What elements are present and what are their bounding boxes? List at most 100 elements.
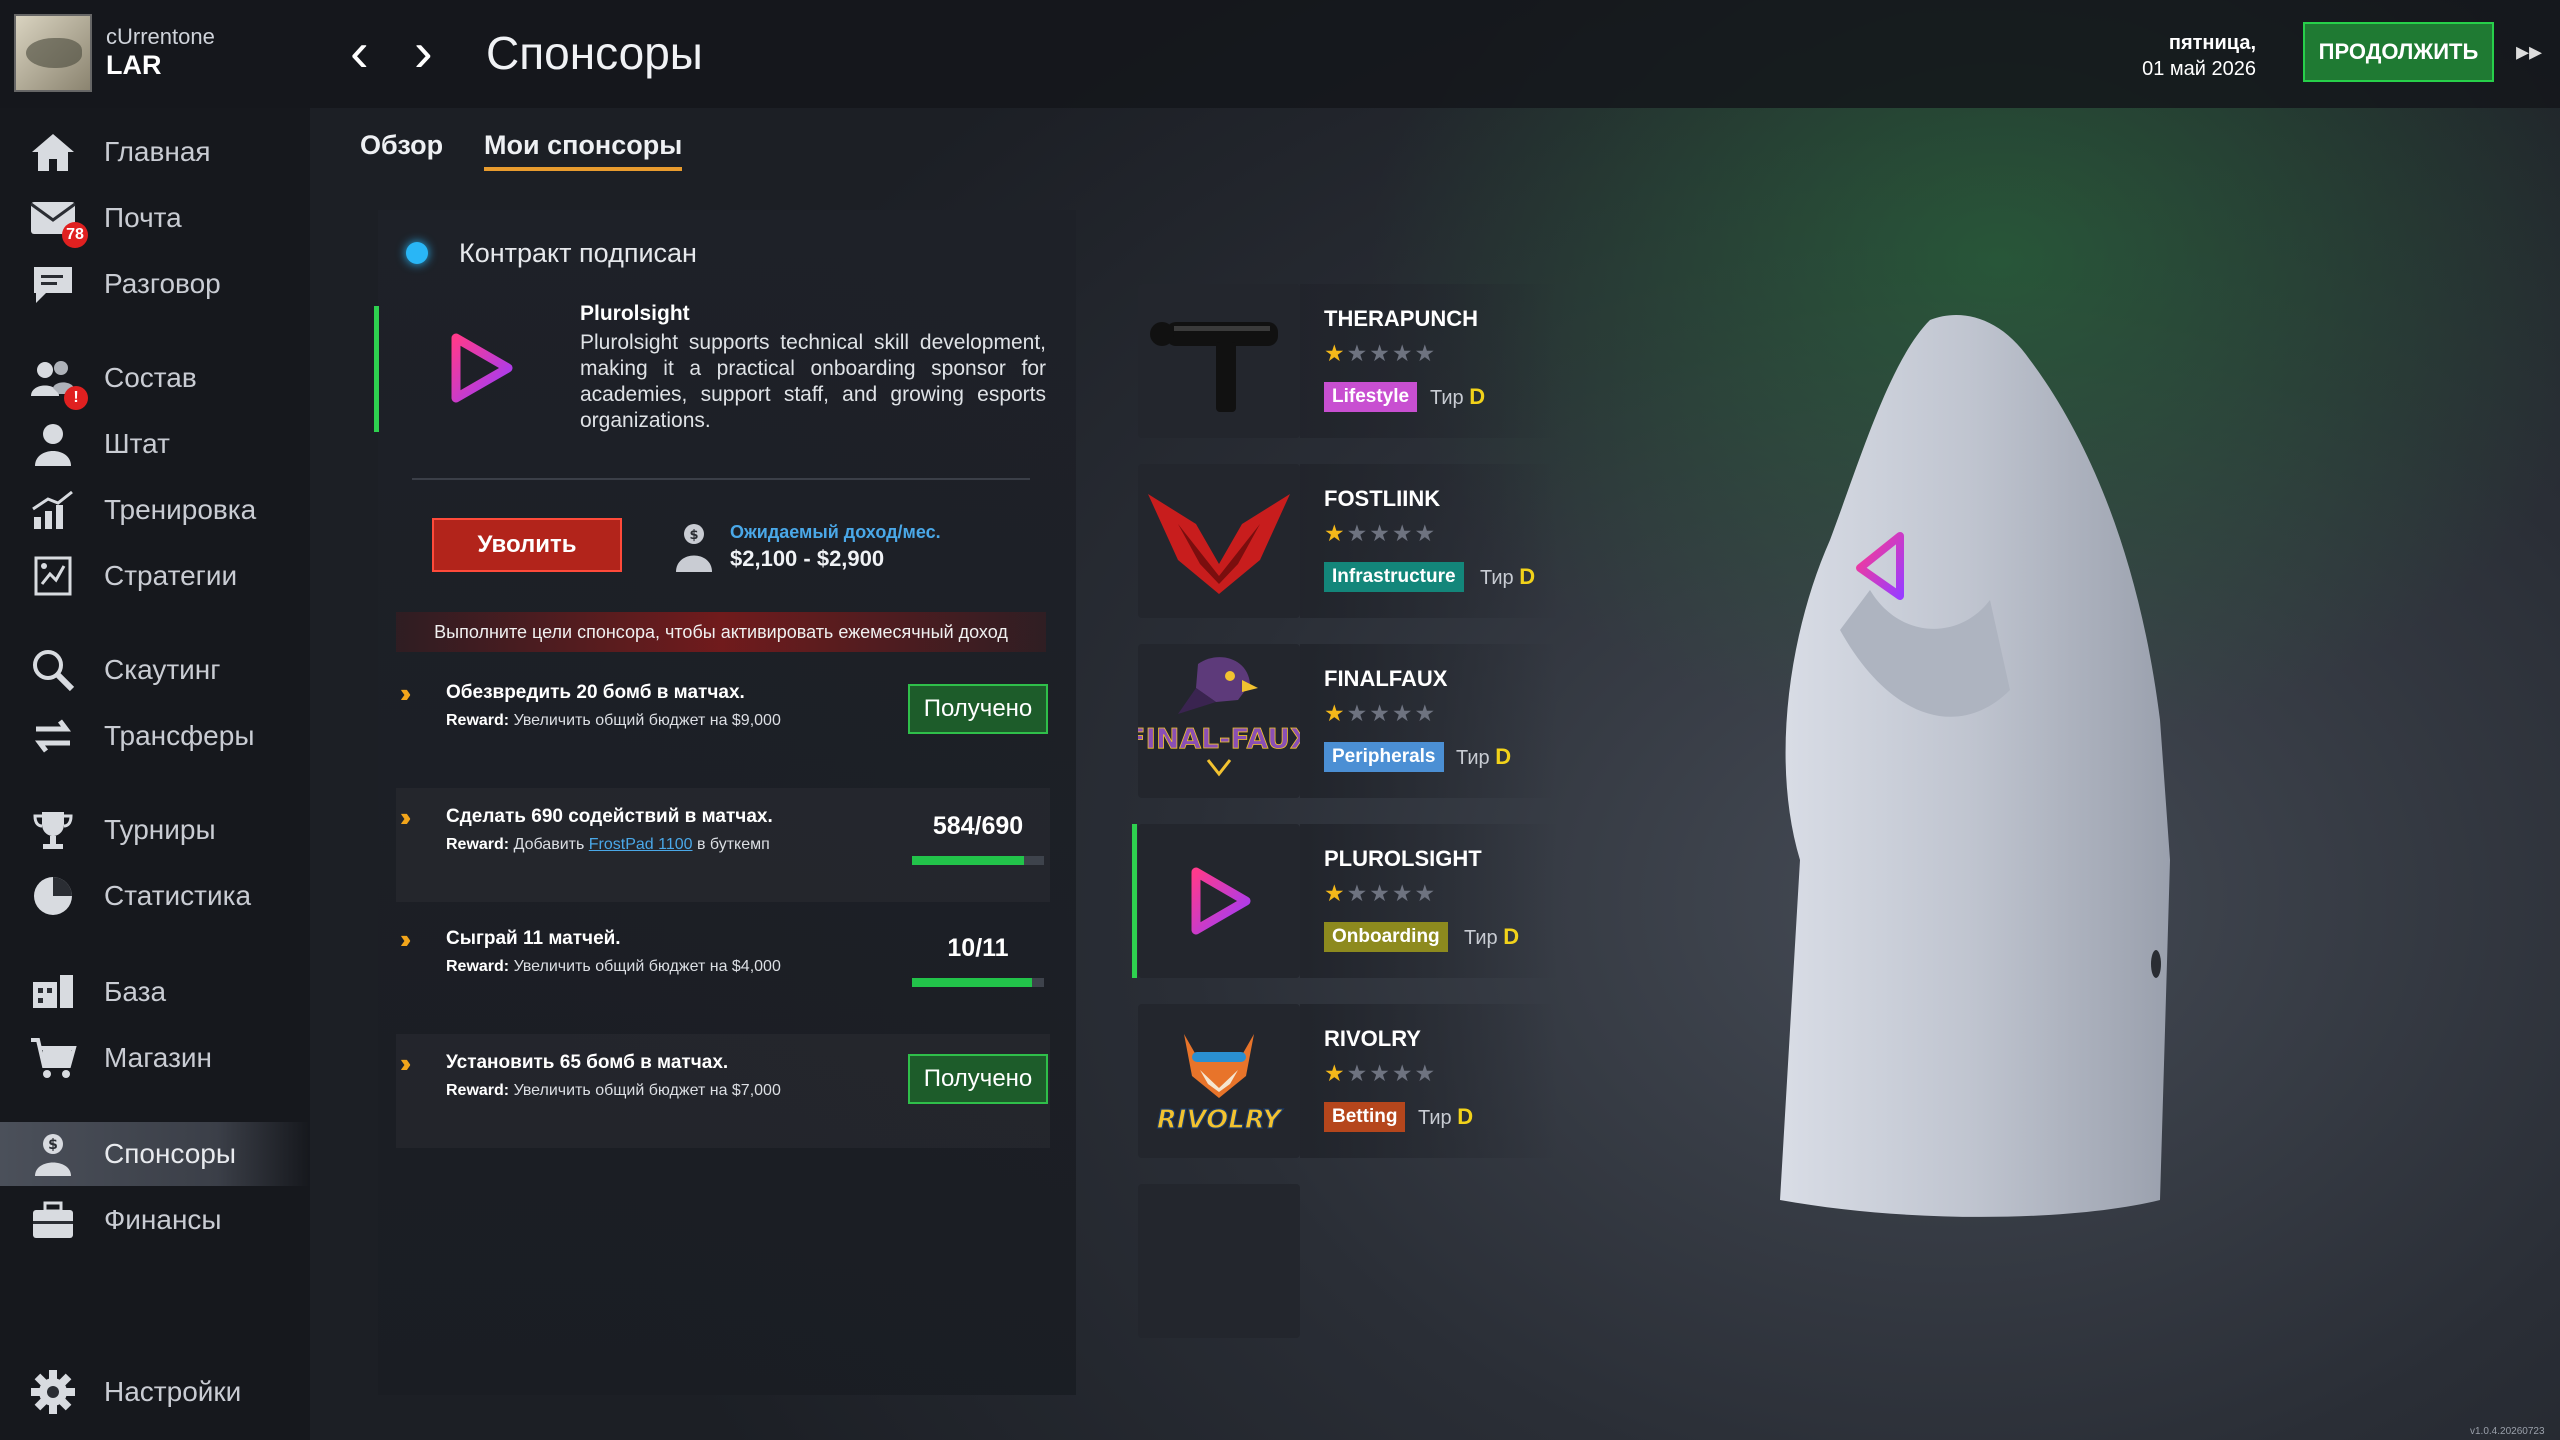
goal-title: Сделать 690 содействий в матчах. bbox=[446, 806, 773, 827]
continue-button[interactable]: ПРОДОЛЖИТЬ bbox=[2303, 22, 2494, 82]
double-chevron-icon: ›› bbox=[400, 678, 412, 708]
goal-progress-text: 584/690 bbox=[932, 812, 1024, 840]
sponsor-name: Plurolsight bbox=[580, 302, 690, 325]
sponsor-card-plurolsight[interactable]: PLUROLSIGHT ★★★★★ Onboarding Тир D bbox=[1132, 824, 1558, 978]
training-icon bbox=[28, 485, 78, 535]
star-empty-icon: ★ bbox=[1346, 520, 1370, 546]
star-empty-icon: ★ bbox=[1391, 520, 1415, 546]
chevron-left-icon[interactable]: ‹ bbox=[350, 22, 369, 82]
star-empty-icon: ★ bbox=[1346, 1060, 1370, 1086]
gear-icon bbox=[28, 1367, 78, 1417]
transfers-icon bbox=[28, 711, 78, 761]
sidebar-item-label: Стратегии bbox=[104, 560, 238, 591]
star-rating: ★★★★★ bbox=[1324, 340, 1437, 367]
sidebar-item-home[interactable]: Главная bbox=[0, 122, 310, 182]
star-filled-icon: ★ bbox=[1324, 520, 1347, 546]
sponsor-card-therapunch[interactable]: THERAPUNCH ★★★★★ Lifestyle Тир D bbox=[1138, 284, 1558, 438]
double-chevron-icon: ›› bbox=[400, 1048, 412, 1078]
tab-my-sponsors[interactable]: Мои спонсоры bbox=[484, 130, 683, 171]
goal-row: ›› Сделать 690 содействий в матчах. Rewa… bbox=[396, 788, 1050, 902]
logo-text: FINAL-FAUX bbox=[1138, 722, 1300, 755]
sponsor-card-finalfaux[interactable]: FINAL-FAUX FINALFAUX ★★★★★ Peripherals Т… bbox=[1126, 644, 1558, 798]
sponsor-card-rivolry[interactable]: RIVOLRY RIVOLRY ★★★★★ Betting Тир D bbox=[1138, 1004, 1558, 1158]
sidebar-item-chat[interactable]: Разговор bbox=[0, 254, 310, 314]
sidebar-item-statistics[interactable]: Статистика bbox=[0, 866, 310, 926]
empty-sponsor-slot[interactable] bbox=[1138, 1184, 1300, 1338]
red-v-logo bbox=[1148, 494, 1290, 594]
star-empty-icon: ★ bbox=[1369, 700, 1392, 726]
fire-sponsor-button[interactable]: Уволить bbox=[432, 518, 622, 572]
sidebar-item-tournaments[interactable]: Турниры bbox=[0, 800, 310, 860]
sidebar-item-mail[interactable]: 78 Почта bbox=[0, 188, 310, 248]
goal-progress-text: 10/11 bbox=[947, 934, 1009, 962]
goal-reward: Reward: Увеличить общий бюджет на $9,000 bbox=[446, 712, 781, 730]
sidebar-item-staff[interactable]: Штат bbox=[0, 414, 310, 474]
tier-grade: D bbox=[1519, 564, 1536, 589]
star-empty-icon: ★ bbox=[1346, 700, 1370, 726]
goal-progress-bar bbox=[912, 978, 1044, 987]
warning-banner: Выполните цели спонсора, чтобы активиров… bbox=[396, 612, 1046, 652]
tier-grade: D bbox=[1503, 924, 1520, 949]
category-badge: Peripherals bbox=[1324, 742, 1444, 772]
star-empty-icon: ★ bbox=[1391, 340, 1415, 366]
category-badge: Lifestyle bbox=[1324, 382, 1418, 412]
goal-progress-bar bbox=[912, 856, 1044, 865]
sidebar-item-roster[interactable]: ! Состав bbox=[0, 348, 310, 410]
base-icon bbox=[28, 967, 78, 1017]
sidebar-item-finances[interactable]: Финансы bbox=[0, 1190, 310, 1250]
tier-word: Тир bbox=[1430, 387, 1464, 409]
active-indicator bbox=[374, 306, 379, 432]
sponsor-icon: $ bbox=[28, 1129, 78, 1179]
category-badge: Onboarding bbox=[1324, 922, 1448, 952]
star-empty-icon: ★ bbox=[1414, 520, 1438, 546]
tab-overview[interactable]: Обзор bbox=[360, 130, 443, 161]
cart-icon bbox=[28, 1033, 78, 1083]
play-triangle-logo bbox=[1191, 867, 1251, 935]
goal-progress-fill bbox=[912, 856, 1024, 865]
tier-grade: D bbox=[1457, 1104, 1474, 1129]
reward-prefix: Reward: bbox=[446, 1082, 510, 1099]
divider bbox=[412, 478, 1030, 480]
reward-item-link[interactable]: FrostPad 1100 bbox=[589, 836, 693, 853]
star-empty-icon: ★ bbox=[1346, 340, 1370, 366]
fast-forward-icon[interactable]: ▸▸ bbox=[2516, 36, 2542, 67]
star-rating: ★★★★★ bbox=[1324, 1060, 1437, 1087]
status-dot bbox=[406, 242, 428, 264]
sidebar-item-label: Статистика bbox=[104, 880, 252, 911]
roster-alert-badge: ! bbox=[64, 386, 88, 410]
sidebar-item-label: Магазин bbox=[104, 1042, 213, 1073]
goal-reward: Reward: Увеличить общий бюджет на $4,000 bbox=[446, 958, 781, 976]
sidebar-item-settings[interactable]: Настройки bbox=[0, 1362, 310, 1422]
reward-text: Добавить bbox=[513, 836, 585, 853]
sidebar-item-label: Скаутинг bbox=[104, 654, 221, 685]
star-rating: ★★★★★ bbox=[1324, 520, 1437, 547]
star-empty-icon: ★ bbox=[1369, 520, 1392, 546]
falcon-logo: FINAL-FAUX bbox=[1126, 657, 1312, 777]
tier-grade: D bbox=[1469, 384, 1486, 409]
sidebar-item-scouting[interactable]: Скаутинг bbox=[0, 640, 310, 700]
mail-unread-badge: 78 bbox=[62, 222, 88, 248]
star-empty-icon: ★ bbox=[1369, 340, 1392, 366]
sidebar-item-sponsors[interactable]: $ Спонсоры bbox=[0, 1122, 310, 1186]
staff-icon bbox=[28, 419, 78, 469]
sponsor-card-fostliink[interactable]: FOSTLIINK ★★★★★ Infrastructure Тир D bbox=[1138, 464, 1558, 618]
received-button[interactable]: Получено bbox=[908, 1054, 1048, 1104]
sidebar-item-transfers[interactable]: Трансферы bbox=[0, 706, 310, 766]
sidebar-item-shop[interactable]: Магазин bbox=[0, 1028, 310, 1088]
sidebar-item-base[interactable]: База bbox=[0, 962, 310, 1022]
svg-text:$: $ bbox=[48, 1137, 58, 1153]
sidebar-item-label: Трансферы bbox=[104, 720, 255, 751]
goal-reward: Reward: Добавить FrostPad 1100 в буткемп bbox=[446, 836, 770, 854]
received-button[interactable]: Получено bbox=[908, 684, 1048, 734]
sidebar-item-label: База bbox=[104, 976, 167, 1007]
double-chevron-icon: ›› bbox=[400, 802, 412, 832]
star-filled-icon: ★ bbox=[1324, 1060, 1347, 1086]
chevron-right-icon[interactable]: › bbox=[414, 22, 433, 82]
sidebar-item-label: Настройки bbox=[104, 1376, 242, 1407]
star-empty-icon: ★ bbox=[1414, 1060, 1438, 1086]
sponsor-description: Plurolsight supports technical skill dev… bbox=[580, 331, 1046, 432]
sidebar-item-strategies[interactable]: Стратегии bbox=[0, 546, 310, 606]
star-rating: ★★★★★ bbox=[1324, 880, 1437, 907]
sidebar-item-training[interactable]: Тренировка bbox=[0, 480, 310, 540]
reward-prefix: Reward: bbox=[446, 958, 510, 975]
